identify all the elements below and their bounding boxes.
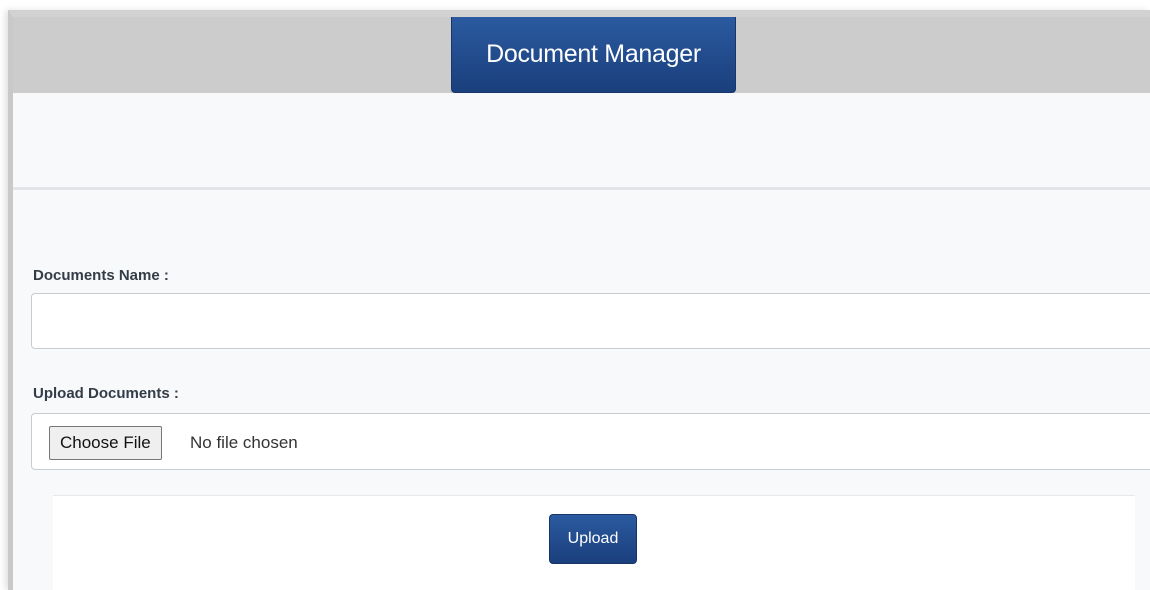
section-divider	[13, 187, 1150, 190]
documents-name-label: Documents Name :	[33, 267, 169, 284]
screen: Document Manager Documents Name : Upload…	[0, 0, 1150, 590]
page-title: Document Manager	[451, 17, 736, 93]
header-spacer	[13, 93, 1150, 187]
document-manager-window: Document Manager Documents Name : Upload…	[8, 10, 1150, 590]
file-upload-field[interactable]: Choose File No file chosen	[31, 413, 1150, 470]
documents-name-input[interactable]	[31, 293, 1150, 349]
file-status-text: No file chosen	[190, 433, 298, 452]
header-bar: Document Manager	[13, 17, 1150, 93]
upload-button[interactable]: Upload	[549, 514, 637, 564]
form-footer: Upload	[53, 495, 1135, 590]
upload-documents-label: Upload Documents :	[33, 385, 179, 402]
choose-file-button[interactable]: Choose File	[49, 426, 162, 460]
